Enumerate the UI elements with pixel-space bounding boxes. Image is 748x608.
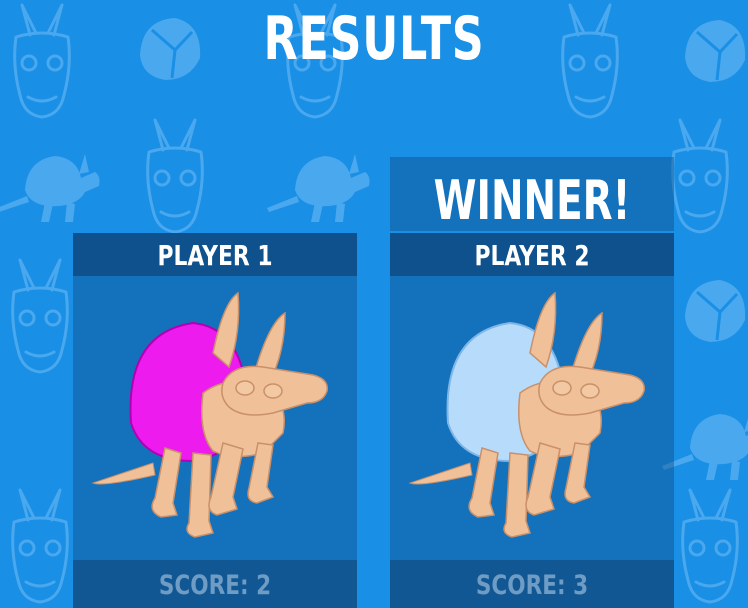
results-title: RESULTS xyxy=(263,4,485,74)
player-name: PLAYER 2 xyxy=(474,239,590,272)
player-card-header: PLAYER 2 xyxy=(390,233,674,276)
player-card-header: PLAYER 1 xyxy=(73,233,357,276)
armadillo-character-icon xyxy=(408,291,645,538)
score-text: SCORE: 2 xyxy=(158,570,272,601)
score-text: SCORE: 3 xyxy=(475,570,589,601)
winner-banner-text: WINNER! xyxy=(433,169,631,232)
armadillo-character-icon xyxy=(91,291,328,538)
score-bar: SCORE: 3 xyxy=(390,560,674,608)
player-card-2: PLAYER 2 SCORE: 3 xyxy=(390,233,674,608)
player-card-1: PLAYER 1 SCORE: 2 xyxy=(73,233,357,608)
player-name: PLAYER 1 xyxy=(157,239,273,272)
score-bar: SCORE: 2 xyxy=(73,560,357,608)
winner-banner: WINNER! xyxy=(390,157,674,232)
